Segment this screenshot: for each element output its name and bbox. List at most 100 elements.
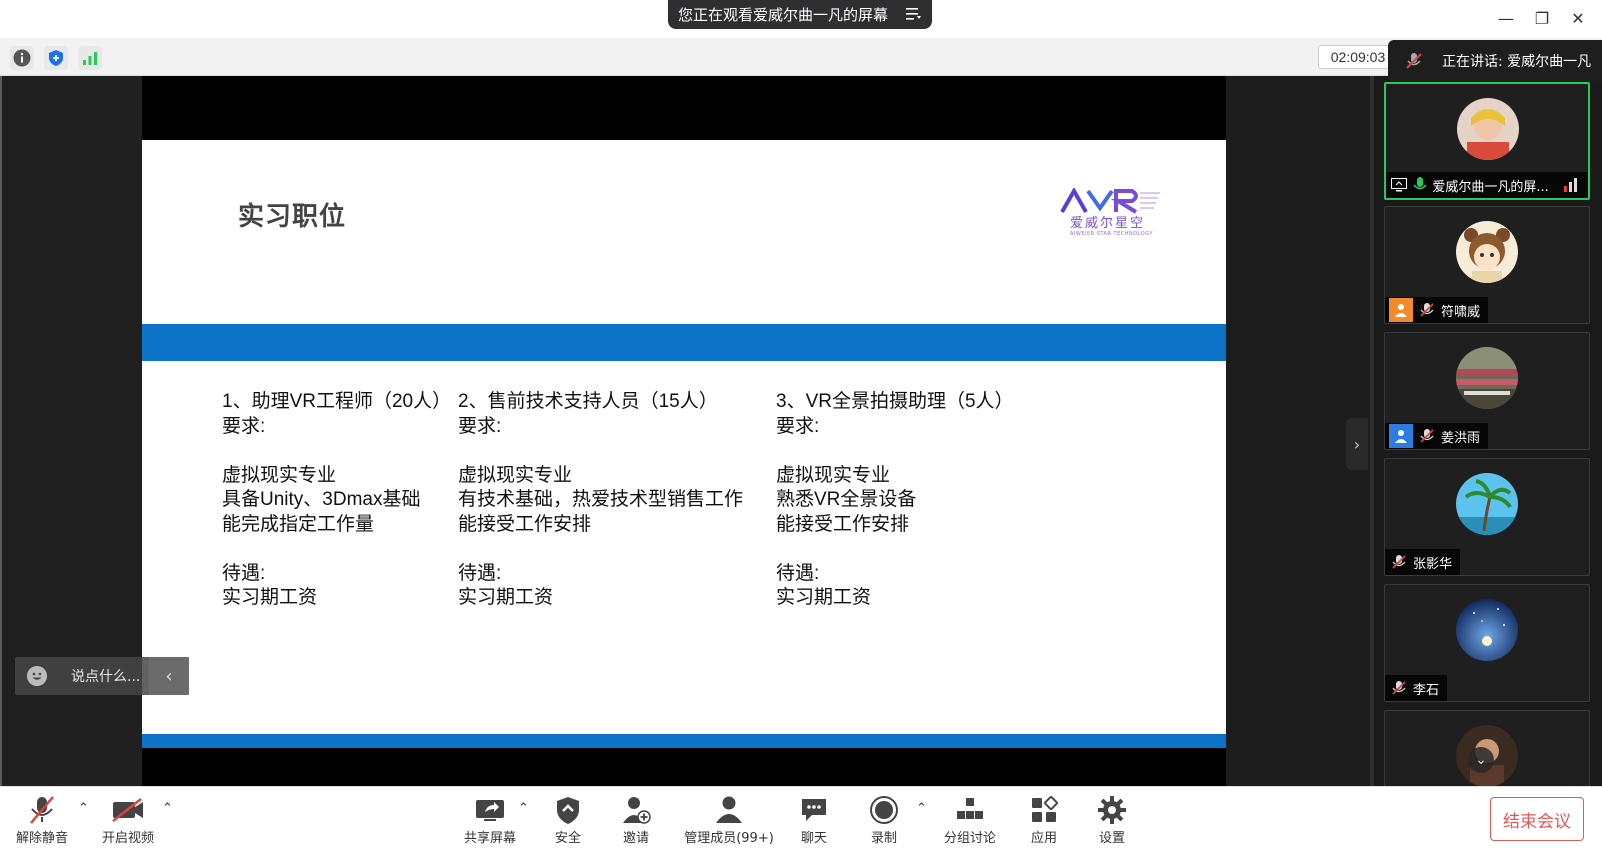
user-icon [1389,298,1413,322]
minimize-button[interactable]: — [1496,8,1516,28]
video-options-chevron-icon[interactable]: ⌃ [162,801,173,816]
shield-icon [557,797,579,824]
benefit-label: 待遇: [776,562,820,584]
participant-name-tag: 爱威尔曲一凡的屏... [1386,172,1588,198]
security-button[interactable]: 安全 [548,793,588,849]
requirement-item: 虚拟现实专业 [222,464,337,486]
chat-button[interactable]: 聊天 [798,793,830,849]
invite-user-icon [623,797,651,824]
chat-bubble-icon [802,799,826,821]
benefit-label: 待遇: [458,562,502,584]
encryption-shield-icon[interactable] [44,46,68,70]
avatar [1456,347,1518,409]
info-bar: 02:09:03 [0,38,1602,76]
end-meeting-button[interactable]: 结束会议 [1490,797,1584,841]
muted-mic-icon [1389,678,1409,698]
share-options-chevron-icon[interactable]: ⌃ [518,801,529,816]
requirement-item: 能接受工作安排 [776,513,910,535]
position-column-2: 2、售前技术支持人员（15人） 要求: 虚拟现实专业 有技术基础，热爱技术型销售… [458,390,743,611]
chat-placeholder: 说点什么... [71,669,141,685]
requirements-label: 要求: [222,415,266,437]
requirement-item: 虚拟现实专业 [776,464,891,486]
apps-button[interactable]: 应用 [1026,793,1062,849]
benefit-label: 待遇: [222,562,266,584]
collapse-chevron-icon[interactable]: ‹ [149,657,189,695]
meeting-timer: 02:09:03 [1318,45,1398,69]
avatar [1456,473,1518,535]
avatar [1456,221,1518,283]
avr-logo-icon [1060,186,1160,214]
logo-text: 爱威尔星空 [1070,216,1146,231]
muted-mic-icon [30,796,54,824]
participant-name: 李石 [1413,682,1440,698]
slide-footer-band [142,734,1226,748]
position-heading: 3、VR全景拍摄助理（5人） [776,391,1014,412]
start-video-button[interactable]: 开启视频 [96,793,160,849]
speaking-text: 正在讲话: 爱威尔曲一凡 [1442,54,1592,70]
benefit-item: 实习期工资 [776,587,872,608]
unmute-button[interactable]: 解除静音 [12,793,72,849]
participant-name: 张影华 [1413,556,1453,572]
participant-tile[interactable]: 张影华 [1384,458,1590,576]
participant-name: 符啸威 [1441,304,1481,320]
sharing-banner[interactable]: 您正在观看爱威尔曲一凡的屏幕 [668,0,932,29]
breakout-label: 分组讨论 [943,831,996,846]
record-options-chevron-icon[interactable]: ⌃ [916,801,927,816]
unmute-label: 解除静音 [15,831,68,846]
chat-label: 聊天 [800,831,827,846]
logo-subtext: AIWEIER STAR TECHNOLOGY [1070,231,1153,237]
emoji-icon[interactable] [27,666,47,686]
video-off-icon [112,798,143,822]
participant-tile[interactable]: 爱威尔曲一凡的屏... [1384,82,1590,200]
participant-name-tag: 李石 [1385,675,1448,701]
breakout-icon [957,798,983,819]
benefit-item: 实习期工资 [222,587,318,608]
record-icon [870,796,898,824]
audio-options-chevron-icon[interactable]: ⌃ [78,801,89,816]
apps-grid-icon [1032,796,1058,822]
mic-active-icon [1411,175,1428,195]
security-label: 安全 [554,831,581,846]
requirement-item: 能完成指定工作量 [222,513,375,535]
muted-mic-icon [1406,53,1422,69]
avatar [1456,599,1518,661]
participants-gallery[interactable]: 爱威尔曲一凡的屏... 符啸威 姜洪雨 张影华 李石 [1370,76,1602,786]
panel-toggle-chevron-icon[interactable]: › [1346,418,1368,470]
position-heading: 1、助理VR工程师（20人） [222,391,452,412]
company-logo: 爱威尔星空 AIWEIER STAR TECHNOLOGY [1060,186,1172,242]
settings-button[interactable]: 设置 [1094,793,1130,849]
requirement-item: 能接受工作安排 [458,513,592,535]
manage-members-label: 管理成员(99+) [684,831,774,846]
muted-mic-icon [1417,300,1437,320]
quick-chat-input[interactable]: 说点什么... ‹ [15,657,189,695]
breakout-rooms-button[interactable]: 分组讨论 [940,793,1000,849]
position-column-1: 1、助理VR工程师（20人） 要求: 虚拟现实专业 具备Unity、3Dmax基… [222,390,451,611]
network-signal-icon[interactable] [78,46,102,70]
participant-name-tag: 张影华 [1385,549,1461,575]
meeting-window: 您正在观看爱威尔曲一凡的屏幕 — ❐ ✕ 02:09:03 正在讲话: 爱威尔曲… [0,0,1602,854]
participant-tile[interactable]: 姜洪雨 [1384,332,1590,450]
view-options-icon[interactable] [906,7,922,21]
record-label: 录制 [870,831,897,846]
close-button[interactable]: ✕ [1568,8,1588,28]
participant-name-tag: 符啸威 [1385,297,1489,323]
participant-tile[interactable]: 李石 [1384,584,1590,702]
share-screen-label: 共享屏幕 [463,831,516,846]
requirement-item: 具备Unity、3Dmax基础 [222,489,421,510]
share-screen-icon [476,800,504,821]
manage-members-button[interactable]: 管理成员(99+) [684,793,774,849]
requirement-item: 有技术基础，热爱技术型销售工作 [458,489,744,510]
participant-name-tag: 姜洪雨 [1385,423,1489,449]
participant-tile[interactable]: 符啸威 [1384,206,1590,324]
meeting-info-icon[interactable] [10,46,34,70]
invite-button[interactable]: 邀请 [616,793,656,849]
signal-bars-icon [1563,175,1580,195]
slide-header-band [142,324,1226,361]
requirements-label: 要求: [776,415,820,437]
requirements-label: 要求: [458,415,502,437]
share-screen-button[interactable]: 共享屏幕 [458,793,522,849]
scroll-down-chevron-icon[interactable]: ⌄ [1468,747,1494,773]
record-button[interactable]: 录制 [866,793,902,849]
restore-button[interactable]: ❐ [1532,8,1552,28]
sharing-banner-text: 您正在观看爱威尔曲一凡的屏幕 [678,6,889,24]
